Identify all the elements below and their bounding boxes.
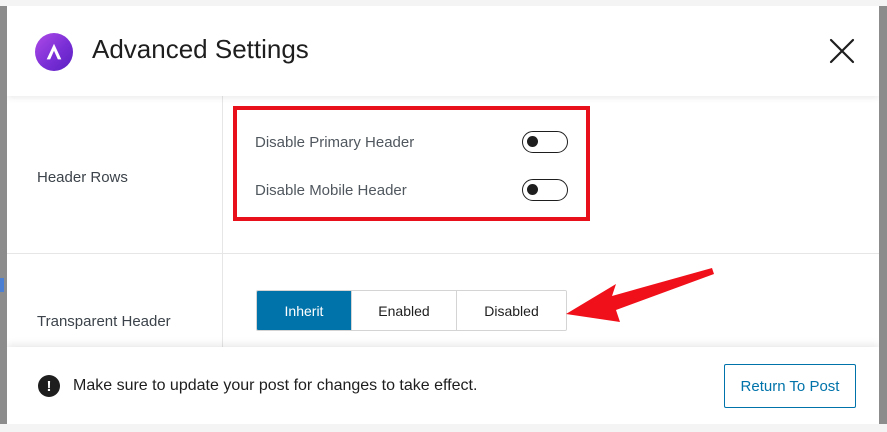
transparent-header-section: Transparent Header Inherit Enabled Disab… (7, 254, 879, 354)
option-enabled-button[interactable]: Enabled (352, 291, 457, 330)
header-rows-section: Header Rows Disable Primary Header Disab… (7, 96, 879, 254)
row-divider (222, 254, 223, 354)
close-icon[interactable] (827, 36, 857, 66)
exclamation-circle-icon: ! (38, 375, 60, 397)
row-divider (222, 96, 223, 253)
update-notice-text: Make sure to update your post for change… (73, 377, 478, 394)
red-arrow-annotation (566, 268, 714, 322)
modal-title: Advanced Settings (92, 34, 309, 64)
modal-footer: ! Make sure to update your post for chan… (7, 347, 879, 424)
background-link-fragment (0, 278, 4, 292)
advanced-settings-modal: Advanced Settings Header Rows Disable Pr… (7, 6, 879, 424)
header-rows-label: Header Rows (37, 169, 128, 186)
option-disabled-button[interactable]: Disabled (457, 291, 566, 330)
background-page-bottom (0, 424, 887, 432)
option-inherit-button[interactable]: Inherit (257, 291, 352, 330)
modal-header: Advanced Settings (7, 6, 879, 96)
transparent-header-label: Transparent Header (37, 313, 171, 330)
transparent-header-segmented-control: Inherit Enabled Disabled (256, 290, 567, 331)
return-to-post-button[interactable]: Return To Post (724, 364, 856, 408)
astra-logo-icon (35, 33, 73, 71)
highlight-annotation-box (233, 106, 590, 221)
